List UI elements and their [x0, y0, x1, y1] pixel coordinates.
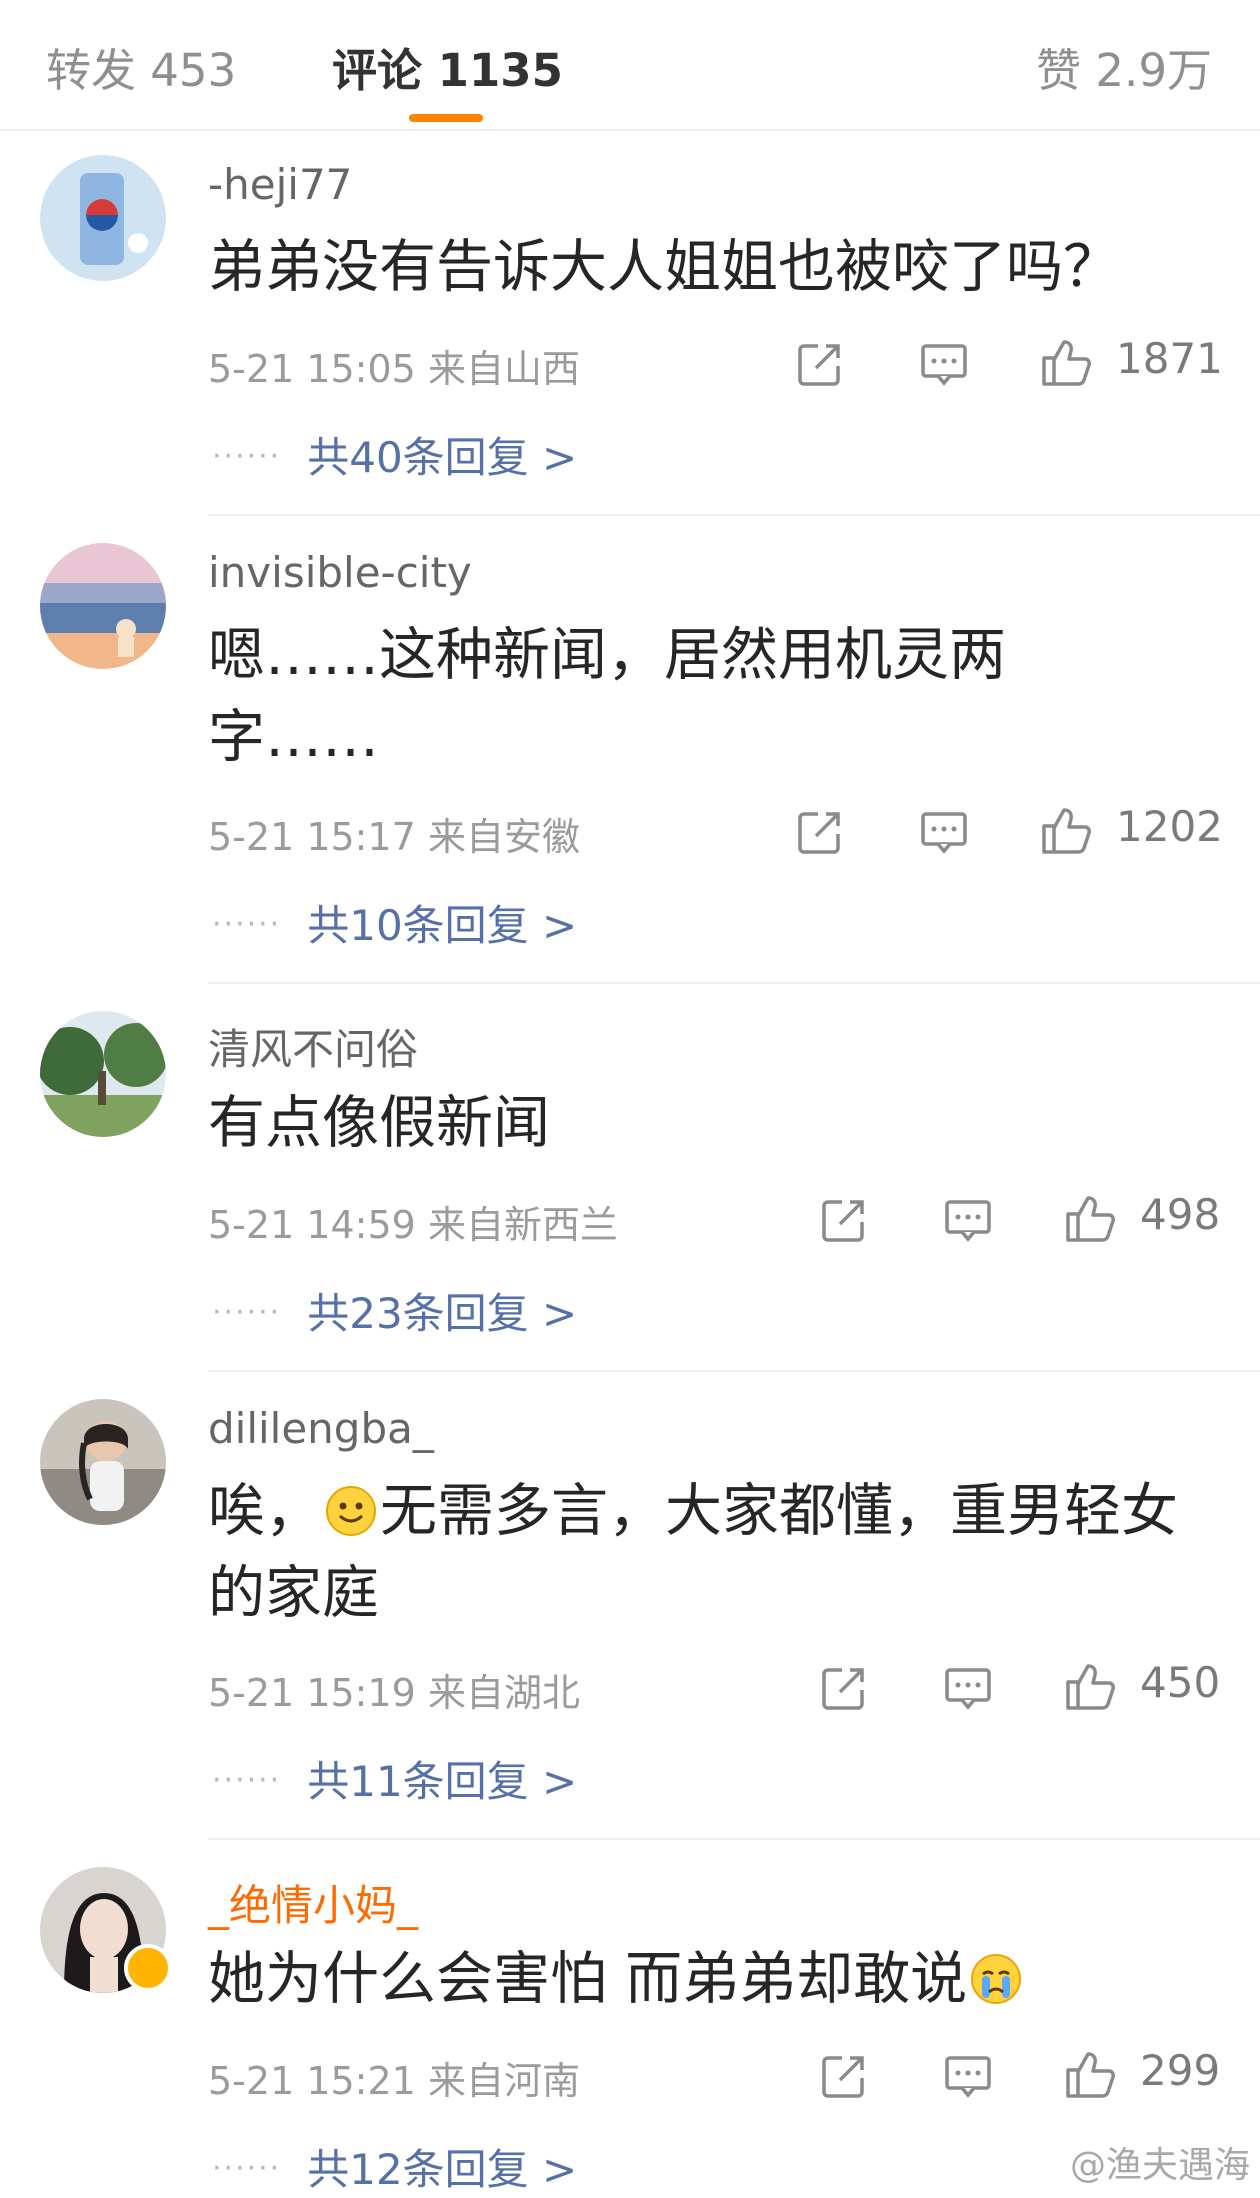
repost-icon[interactable] — [796, 808, 844, 856]
view-replies-link[interactable]: ······ 共23条回复 > — [212, 1280, 577, 1341]
like-count: 498 — [1140, 1190, 1221, 1239]
divider — [208, 514, 1260, 516]
view-replies-link[interactable]: ······ 共40条回复 > — [212, 424, 577, 485]
replies-dots: ······ — [212, 1763, 282, 1798]
thumbs-up-icon[interactable] — [1040, 336, 1092, 388]
divider — [208, 1838, 1260, 1840]
thumbs-up-icon[interactable] — [1064, 1660, 1116, 1712]
comment-icon[interactable] — [944, 2052, 992, 2100]
comment-meta: 5-21 15:21 来自河南 — [208, 2050, 580, 2105]
comment-text-part: 唉， — [208, 1478, 322, 1544]
replies-dots: ······ — [212, 907, 282, 942]
like-count: 299 — [1140, 2046, 1221, 2095]
replies-label: 共40条回复 > — [307, 433, 578, 482]
comment-tab-bar: 转发 453 评论 1135 赞 2.9万 — [0, 0, 1260, 131]
repost-icon[interactable] — [796, 340, 844, 388]
crying-emoji-icon — [971, 1954, 1022, 2004]
comment-icon[interactable] — [920, 808, 968, 856]
comment-username[interactable]: -heji77 — [208, 160, 352, 209]
smile-emoji-icon — [326, 1486, 376, 1536]
comment-text: 唉， 无需多言，大家都懂，重男轻女的家庭 — [208, 1470, 1208, 1634]
comment-time: 5-21 15:21 — [208, 2059, 416, 2103]
avatar[interactable] — [40, 1399, 166, 1525]
replies-dots: ······ — [212, 2151, 282, 2186]
verified-badge-icon — [124, 1944, 172, 1992]
view-replies-link[interactable]: ······ 共11条回复 > — [212, 1748, 577, 1809]
view-replies-link[interactable]: ······ 共12条回复 > — [212, 2136, 577, 2197]
comment-time: 5-21 14:59 — [208, 1203, 416, 1247]
comment-location: 来自山西 — [427, 347, 580, 391]
tab-comments[interactable]: 评论 1135 — [332, 34, 563, 99]
comment-username[interactable]: dililengba_ — [208, 1404, 434, 1453]
comment-meta: 5-21 14:59 来自新西兰 — [208, 1194, 618, 1249]
tab-likes[interactable]: 赞 2.9万 — [1036, 34, 1212, 99]
repost-icon[interactable] — [820, 1664, 868, 1712]
thumbs-up-icon[interactable] — [1064, 1192, 1116, 1244]
comment-icon[interactable] — [944, 1664, 992, 1712]
replies-label: 共11条回复 > — [307, 1757, 578, 1806]
avatar[interactable] — [40, 543, 166, 669]
comment-location: 来自新西兰 — [427, 1203, 618, 1247]
comment-username[interactable]: 清风不问俗 — [208, 1016, 418, 1077]
comment-meta: 5-21 15:05 来自山西 — [208, 338, 580, 393]
view-replies-link[interactable]: ······ 共10条回复 > — [212, 892, 577, 953]
comment-text: 有点像假新闻 — [208, 1090, 550, 1156]
replies-dots: ······ — [212, 1295, 282, 1330]
like-count: 450 — [1140, 1658, 1221, 1707]
comment-location: 来自湖北 — [427, 1671, 580, 1715]
active-tab-indicator — [409, 114, 483, 122]
replies-label: 共10条回复 > — [307, 901, 578, 950]
replies-dots: ······ — [212, 439, 282, 474]
comment-icon[interactable] — [944, 1196, 992, 1244]
avatar[interactable] — [40, 155, 166, 281]
comment-text: 弟弟没有告诉大人姐姐也被咬了吗？ — [208, 234, 1120, 300]
like-count: 1871 — [1116, 334, 1223, 383]
comment-time: 5-21 15:05 — [208, 347, 416, 391]
comment-time: 5-21 15:19 — [208, 1671, 416, 1715]
repost-icon[interactable] — [820, 2052, 868, 2100]
comment-username[interactable]: _绝情小妈_ — [208, 1872, 418, 1933]
comment-meta: 5-21 15:19 来自湖北 — [208, 1662, 580, 1717]
watermark: @渔夫遇海 — [1069, 2145, 1250, 2186]
comment-icon[interactable] — [920, 340, 968, 388]
divider — [208, 1370, 1260, 1372]
comment-location: 来自安徽 — [427, 815, 580, 859]
divider — [208, 982, 1260, 984]
comment-time: 5-21 15:17 — [208, 815, 416, 859]
comment-location: 来自河南 — [427, 2059, 580, 2103]
thumbs-up-icon[interactable] — [1064, 2048, 1116, 2100]
comment-text: 她为什么会害怕 而弟弟却敢说 — [208, 1938, 1218, 2020]
like-count: 1202 — [1116, 802, 1223, 851]
comment-meta: 5-21 15:17 来自安徽 — [208, 806, 580, 861]
replies-label: 共23条回复 > — [307, 1289, 578, 1338]
avatar[interactable] — [40, 1011, 166, 1137]
comment-text: 嗯……这种新闻，居然用机灵两字…… — [208, 622, 1006, 770]
tab-reposts[interactable]: 转发 453 — [46, 34, 236, 99]
replies-label: 共12条回复 > — [307, 2145, 578, 2194]
comment-username[interactable]: invisible-city — [208, 548, 472, 597]
repost-icon[interactable] — [820, 1196, 868, 1244]
thumbs-up-icon[interactable] — [1040, 804, 1092, 856]
comment-text-part: 她为什么会害怕 而弟弟却敢说 — [208, 1946, 968, 2012]
